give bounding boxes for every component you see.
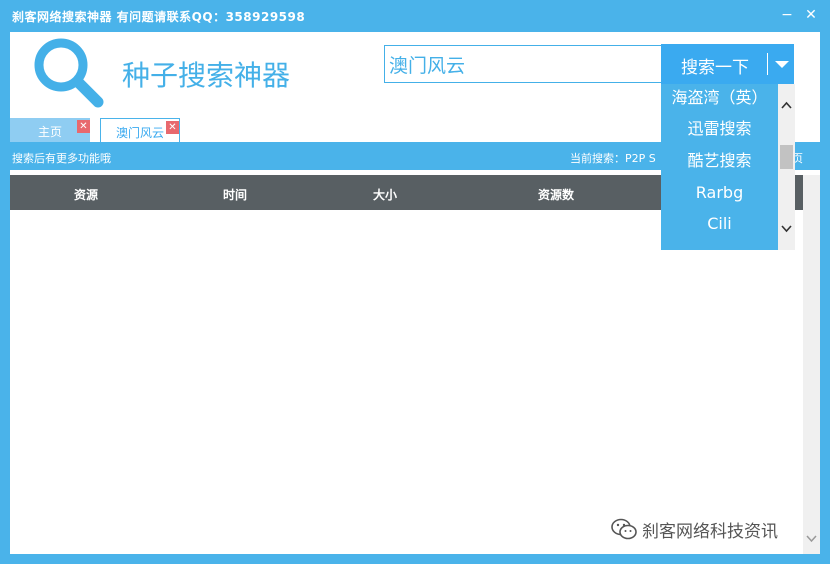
app-name: 种子搜索神器 [122, 59, 291, 92]
column-header-size[interactable]: 大小 [373, 186, 397, 203]
column-header-time[interactable]: 时间 [223, 186, 247, 203]
search-button-label: 搜索一下 [681, 58, 749, 78]
close-button[interactable]: ✕ [802, 6, 820, 24]
search-box [384, 45, 662, 83]
dropdown-item-kuyi[interactable]: 酷艺搜索 [661, 146, 778, 176]
search-engine-dropdown: 海盗湾（英） 迅雷搜索 酷艺搜索 Rarbg Cili [661, 84, 795, 250]
tab-home-close-icon[interactable]: ✕ [77, 120, 90, 133]
tab-macau[interactable]: 澳门风云 ✕ [100, 118, 180, 142]
window-title: 刹客网络搜索神器 有问题请联系QQ：358929598 [12, 10, 306, 24]
caret-down-icon[interactable] [772, 54, 792, 74]
column-header-resource[interactable]: 资源 [74, 186, 98, 203]
wechat-icon [611, 518, 637, 540]
column-header-count[interactable]: 资源数 [538, 186, 574, 203]
watermark-text: 刹客网络科技资讯 [642, 522, 778, 542]
dropdown-item-cili[interactable]: Cili [661, 209, 778, 239]
title-bar: 刹客网络搜索神器 有问题请联系QQ：358929598 − ✕ [0, 0, 830, 32]
search-button-divider [767, 53, 768, 75]
scroll-down-arrow-icon[interactable] [806, 533, 817, 544]
info-tip: 搜索后有更多功能哦 [12, 152, 111, 165]
tab-home[interactable]: 主页 ✕ [10, 118, 90, 142]
scroll-up-arrow-icon[interactable] [781, 100, 792, 111]
current-search-label: 当前搜索：P2P S [570, 152, 656, 165]
dropdown-scrollbar[interactable] [778, 84, 795, 250]
dropdown-item-rarbg[interactable]: Rarbg [661, 178, 778, 208]
magnifier-icon [34, 38, 104, 108]
dropdown-item-xunlei[interactable]: 迅雷搜索 [661, 114, 778, 144]
tab-macau-close-icon[interactable]: ✕ [166, 121, 179, 134]
search-button[interactable]: 搜索一下 [661, 44, 794, 84]
dropdown-list: 海盗湾（英） 迅雷搜索 酷艺搜索 Rarbg Cili [661, 84, 778, 250]
dropdown-scroll-thumb[interactable] [780, 145, 793, 169]
dropdown-item-pirate-bay[interactable]: 海盗湾（英） [661, 83, 778, 113]
results-scrollbar[interactable] [803, 175, 820, 554]
results-table-body[interactable] [10, 210, 803, 554]
scroll-down-arrow-icon[interactable] [781, 223, 792, 234]
minimize-button[interactable]: − [778, 6, 796, 24]
search-input[interactable] [385, 46, 661, 82]
